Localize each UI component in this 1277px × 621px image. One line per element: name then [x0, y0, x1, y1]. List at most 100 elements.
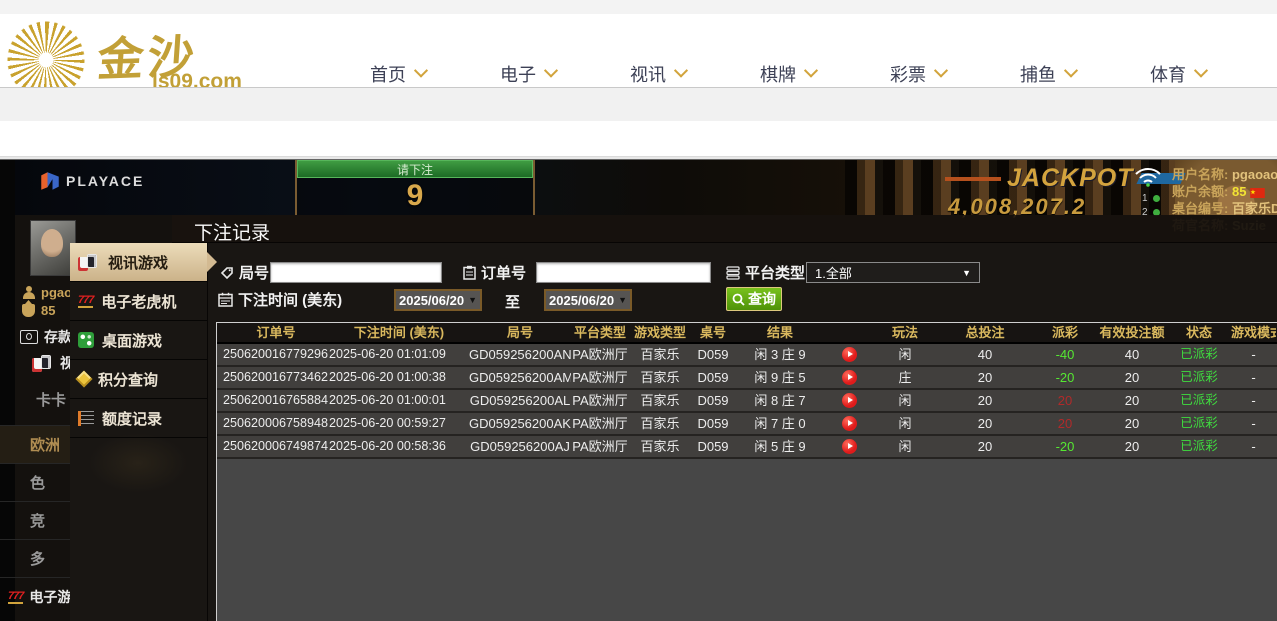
cell-round: GD059256200AN — [469, 344, 571, 365]
sidebar-item-kaka[interactable]: 卡卡 — [36, 389, 66, 410]
search-button[interactable]: 查询 — [726, 287, 782, 311]
cell-result: 闲 8 庄 7 — [735, 390, 825, 411]
to-label-text: 至 — [505, 291, 520, 312]
cell-valid: 20 — [1097, 390, 1167, 411]
caret-down-icon: ▼ — [962, 268, 971, 278]
cell-time: 2025-06-20 01:01:09 — [329, 344, 469, 365]
platform-filter-label: 平台类型 — [726, 262, 805, 283]
nav-item-label: 棋牌 — [760, 61, 796, 87]
cell-time: 2025-06-20 01:00:01 — [329, 390, 469, 411]
column-header: 下注时间 (美东) — [329, 323, 469, 342]
menu-item-label: 积分查询 — [98, 369, 158, 390]
menu-item-3[interactable]: 桌面游戏 — [70, 321, 207, 360]
cell-game: 百家乐 — [629, 413, 691, 434]
chevron-down-icon — [934, 64, 948, 78]
sidebar-video-category[interactable]: 视 — [32, 353, 74, 373]
column-header: 结果 — [735, 323, 825, 342]
cell-platform: PA欧洲厅 — [571, 413, 629, 434]
nav-item-4[interactable]: 棋牌 — [728, 60, 848, 88]
round-filter-label: 局号 — [220, 262, 269, 283]
nav-item-7[interactable]: 体育 — [1118, 60, 1238, 88]
replay-icon[interactable] — [842, 439, 857, 454]
site-nav: 首页 电子 视讯 棋牌 彩票捕鱼体育 — [0, 14, 1277, 88]
cell-mode: - — [1231, 367, 1276, 388]
cell-order: 250620016765884 — [217, 390, 329, 411]
cell-time: 2025-06-20 00:58:36 — [329, 436, 469, 457]
menu-item-label: 桌面游戏 — [102, 330, 162, 351]
table-row: 2506200067498742025-06-20 00:58:36GD0592… — [217, 436, 1277, 459]
replay-icon[interactable] — [842, 370, 857, 385]
play-triangle-icon — [848, 397, 853, 403]
cell-game: 百家乐 — [629, 436, 691, 457]
cell-replay — [825, 413, 873, 434]
platform-select[interactable]: 1.全部 ▼ — [806, 262, 980, 283]
replay-icon[interactable] — [842, 393, 857, 408]
play-triangle-icon — [848, 443, 853, 449]
diamond-icon — [76, 371, 93, 388]
cell-valid: 20 — [1097, 367, 1167, 388]
column-header: 游戏模式 — [1231, 323, 1276, 342]
play-triangle-icon — [848, 420, 853, 426]
nav-item-1[interactable]: 首页 — [338, 60, 458, 88]
cell-play: 闲 — [873, 413, 937, 434]
menu-item-2[interactable]: 777电子老虎机 — [70, 282, 207, 321]
edge-urlbar[interactable]: https://gci.2hhapi.com/pc/pcv1/index.jsp… — [0, 121, 1277, 157]
cell-platform: PA欧洲厅 — [571, 390, 629, 411]
site-header: 金沙 ls09.com 首页电子视讯棋牌彩票捕鱼体育 — [0, 14, 1277, 88]
cell-mode: - — [1231, 390, 1276, 411]
nav-item-label: 电子 — [500, 61, 536, 87]
nav-item-6[interactable]: 捕鱼 — [988, 60, 1108, 88]
cell-valid: 20 — [1097, 436, 1167, 457]
chevron-down-icon — [544, 64, 558, 78]
replay-icon[interactable] — [842, 347, 857, 362]
bet-record-title: 下注记录 — [194, 218, 270, 245]
cell-result: 闲 7 庄 0 — [735, 413, 825, 434]
cell-bet: 20 — [937, 390, 1033, 411]
menu-item-1[interactable]: 视讯游戏 — [70, 243, 207, 282]
seat-indicator-1[interactable]: 1 — [1142, 193, 1160, 204]
platform-label-text: 平台类型 — [745, 262, 805, 283]
menu-item-label: 电子老虎机 — [101, 291, 176, 312]
column-header: 派彩 — [1033, 323, 1097, 342]
cell-round: GD059256200AJ — [469, 436, 571, 457]
caret-down-icon: ▼ — [468, 295, 477, 305]
menu-item-5[interactable]: 额度记录 — [70, 399, 207, 438]
order-label-text: 订单号 — [481, 262, 526, 283]
table-value: 百家乐D0 — [1232, 201, 1277, 216]
table-label: 桌台编号: — [1172, 201, 1228, 216]
balance-value: 85 — [1232, 184, 1246, 199]
sidebar-item-label: 竞 — [30, 510, 45, 531]
platform-select-value: 1.全部 — [815, 263, 962, 282]
date-to-picker[interactable]: 2025/06/20▼ — [544, 289, 632, 311]
bet-record-titlebar: 下注记录 — [172, 215, 1277, 243]
sidebar-balance: 85 — [22, 303, 55, 318]
nav-item-2[interactable]: 电子 — [468, 60, 588, 88]
sidebar-deposit-button[interactable]: 存款 — [20, 327, 72, 347]
cell-payout: 20 — [1033, 413, 1097, 434]
cell-order: 250620006749874 — [217, 436, 329, 457]
cell-table: D059 — [691, 390, 735, 411]
order-input[interactable] — [536, 262, 711, 283]
cell-table: D059 — [691, 367, 735, 388]
cell-replay — [825, 436, 873, 457]
cell-play: 庄 — [873, 367, 937, 388]
jackpot-orange-bar — [945, 177, 1001, 181]
table-games-icon — [78, 332, 94, 348]
cell-round: GD059256200AK — [469, 413, 571, 434]
table-row: 2506200167658842025-06-20 01:00:01GD0592… — [217, 390, 1277, 413]
nav-item-5[interactable]: 彩票 — [858, 60, 978, 88]
replay-icon[interactable] — [842, 416, 857, 431]
column-header: 总投注 — [937, 323, 1033, 342]
round-input[interactable] — [270, 262, 442, 283]
cell-game: 百家乐 — [629, 390, 691, 411]
bet-banner: 请下注 — [297, 160, 533, 178]
cell-table: D059 — [691, 436, 735, 457]
menu-item-label: 额度记录 — [102, 408, 162, 429]
user-name-value: pgaoao — [1232, 167, 1277, 182]
nav-item-3[interactable]: 视讯 — [598, 60, 718, 88]
menu-item-4[interactable]: 积分查询 — [70, 360, 207, 399]
nav-item-label: 首页 — [370, 61, 406, 87]
edge-titlebar: PlayAce - 个人 - Microsoft Edge — [0, 87, 1277, 121]
date-from-picker[interactable]: 2025/06/20▼ — [394, 289, 482, 311]
panel-glow-decor — [88, 433, 188, 493]
